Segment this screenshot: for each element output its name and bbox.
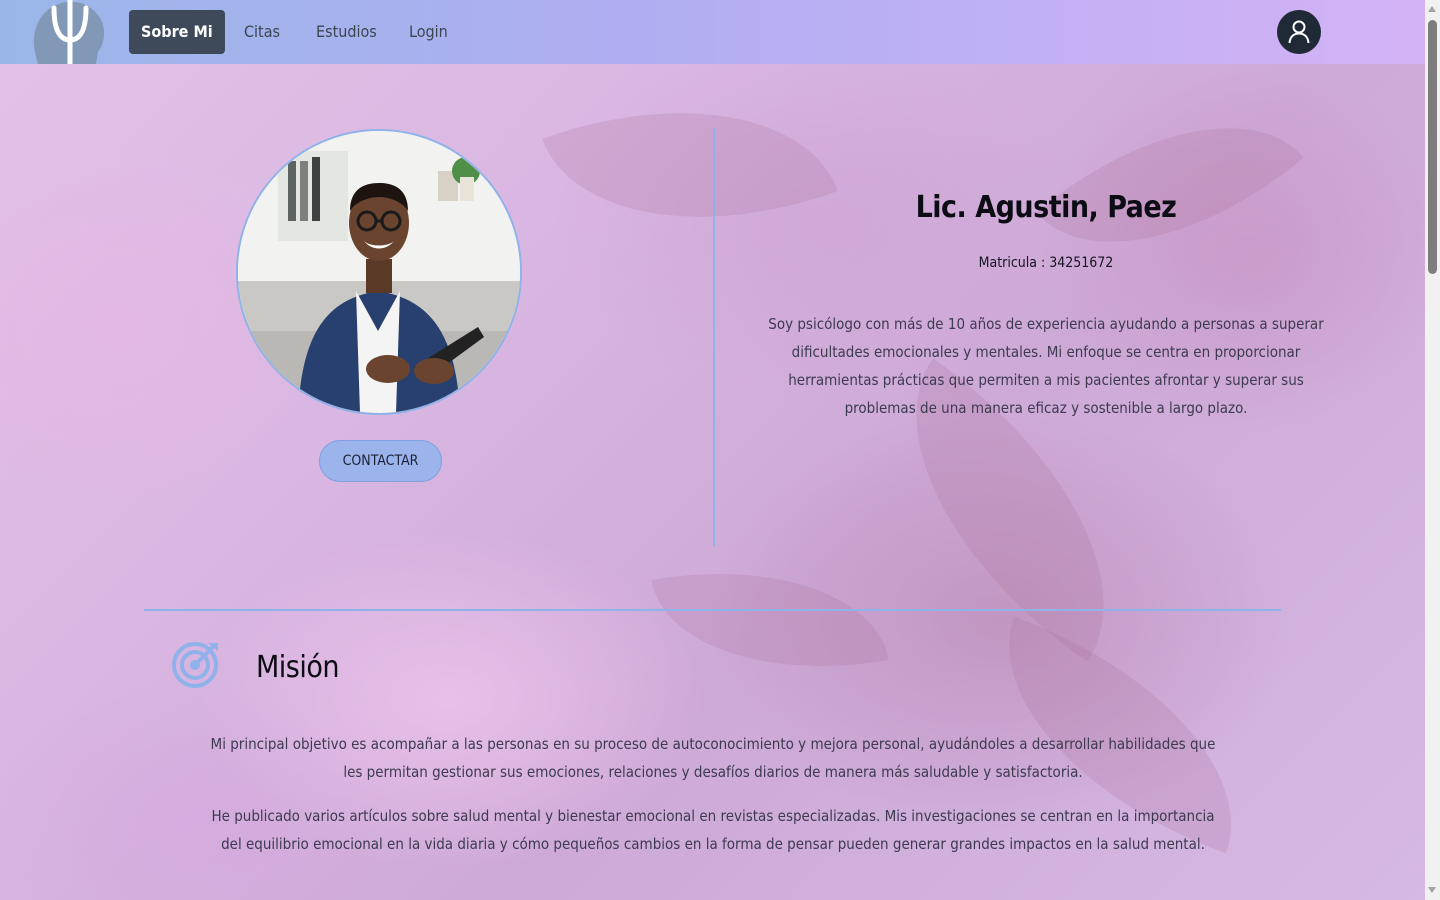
license-number: Matricula : 34251672 (978, 255, 1114, 271)
scrollbar-thumb[interactable] (1428, 20, 1437, 274)
contact-button[interactable]: CONTACTAR (319, 440, 442, 482)
vertical-divider (713, 128, 715, 546)
mission-paragraph: Mi principal objetivo es acompañar a las… (210, 735, 1216, 781)
user-menu-button[interactable] (1277, 10, 1321, 54)
user-icon (1288, 20, 1310, 44)
page-scrollbar[interactable] (1425, 0, 1440, 900)
target-icon (170, 639, 220, 689)
nav-item-login[interactable]: Login (409, 10, 448, 54)
nav-item-citas[interactable]: Citas (244, 10, 280, 54)
mission-title: Misión (256, 650, 339, 685)
profile-name: Lic. Agustin, Paez (915, 190, 1177, 225)
scroll-down-arrow-icon[interactable] (1428, 887, 1436, 893)
nav-item-estudios[interactable]: Estudios (316, 10, 377, 54)
navbar: Sobre Mi Citas Estudios Login (0, 0, 1425, 64)
mission-paragraph: He publicado varios artículos sobre salu… (211, 807, 1215, 853)
scroll-up-arrow-icon[interactable] (1428, 6, 1436, 12)
section-divider (144, 609, 1281, 611)
profile-bio: Soy psicólogo con más de 10 años de expe… (768, 315, 1324, 417)
profile-photo (236, 129, 522, 415)
psi-head-logo[interactable] (32, 0, 108, 64)
nav-item-sobre-mi[interactable]: Sobre Mi (129, 10, 225, 54)
